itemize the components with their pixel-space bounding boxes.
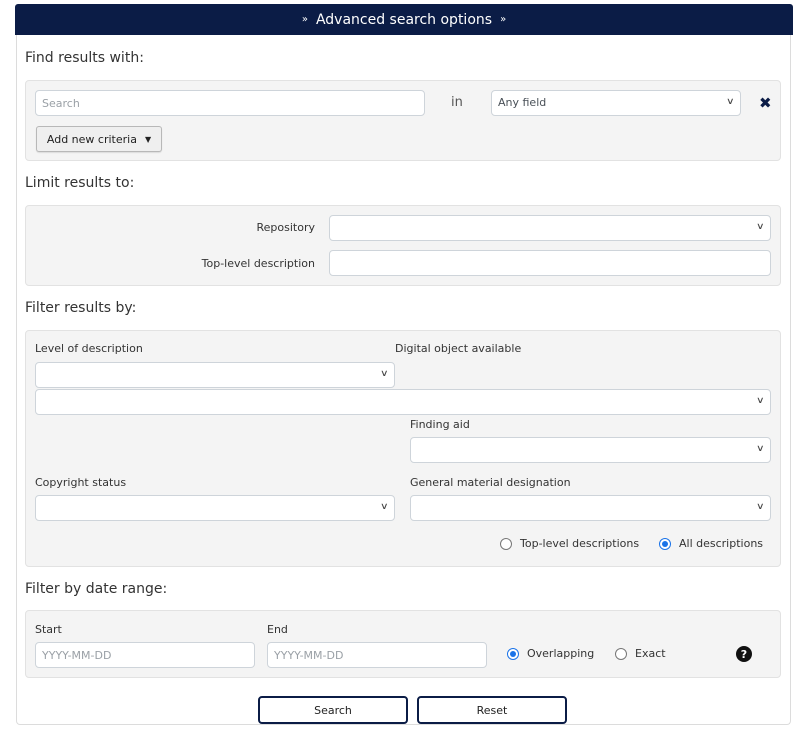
field-select-value: Any field (498, 96, 547, 109)
add-new-criteria-button[interactable]: Add new criteria ▼ (36, 126, 162, 152)
overlapping-radio[interactable]: Overlapping (507, 647, 594, 660)
double-chevron-down-icon: » (301, 13, 308, 25)
remove-criteria-icon[interactable]: ✖ (759, 94, 772, 112)
in-label: in (451, 95, 463, 110)
all-descriptions-radio[interactable]: All descriptions (659, 537, 763, 550)
radio-checked[interactable] (659, 537, 671, 550)
start-date-input[interactable] (35, 642, 255, 668)
radio-label: All descriptions (679, 537, 764, 550)
start-date-label: Start (35, 623, 62, 636)
find-results-heading: Find results with: (25, 50, 144, 66)
exact-radio[interactable]: Exact (615, 647, 666, 660)
radio-unchecked[interactable] (615, 647, 627, 660)
radio-label: Overlapping (527, 647, 595, 660)
field-select[interactable]: Any field (491, 90, 741, 116)
repository-select[interactable] (329, 215, 771, 241)
copyright-status-select[interactable] (35, 495, 395, 521)
filter-results-heading: Filter results by: (25, 300, 137, 316)
gmd-select[interactable] (410, 495, 771, 521)
limit-results-box: Repository ∨ Top-level description (25, 205, 781, 286)
finding-aid-label: Finding aid (410, 418, 470, 431)
level-of-description-label: Level of description (35, 342, 143, 355)
level-of-description-select[interactable] (35, 362, 395, 388)
search-input[interactable] (35, 90, 425, 116)
gmd-label: General material designation (410, 476, 571, 489)
date-range-heading: Filter by date range: (25, 581, 168, 597)
top-level-description-label: Top-level description (201, 257, 315, 270)
radio-checked[interactable] (507, 647, 519, 660)
question-circle-icon[interactable]: ? (736, 646, 752, 662)
radio-label: Exact (635, 647, 666, 660)
top-level-descriptions-radio[interactable]: Top-level descriptions (500, 537, 639, 550)
advanced-search-title: Advanced search options (315, 11, 493, 28)
date-range-box: Start End Overlapping Exact ? (25, 610, 781, 678)
radio-unchecked[interactable] (500, 537, 512, 550)
repository-label: Repository (256, 221, 316, 234)
top-level-description-input[interactable] (329, 250, 771, 276)
limit-results-heading: Limit results to: (25, 175, 135, 191)
digital-object-select[interactable] (35, 389, 771, 415)
add-new-criteria-label: Add new criteria (46, 132, 137, 146)
find-results-box: in Any field ∨ ✖ Add new criteria ▼ (25, 80, 781, 161)
digital-object-label: Digital object available (395, 342, 522, 355)
radio-label: Top-level descriptions (520, 537, 640, 550)
end-date-label: End (267, 623, 288, 636)
double-chevron-down-icon: » (500, 13, 507, 25)
copyright-status-label: Copyright status (35, 476, 127, 489)
advanced-search-toggle[interactable]: » Advanced search options » (15, 4, 793, 35)
search-button[interactable]: Search (258, 696, 408, 724)
end-date-input[interactable] (267, 642, 487, 668)
finding-aid-select[interactable] (410, 437, 771, 463)
caret-down-icon: ▼ (144, 134, 152, 144)
reset-button[interactable]: Reset (417, 696, 567, 724)
filter-results-box: Level of description ∨ Digital object av… (25, 330, 781, 567)
